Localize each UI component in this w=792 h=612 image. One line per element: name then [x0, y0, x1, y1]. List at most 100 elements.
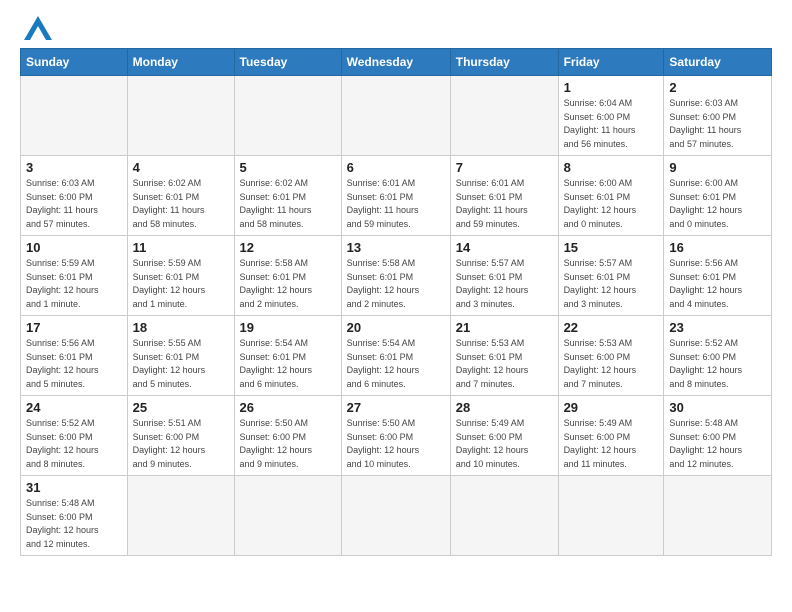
weekday-header-wednesday: Wednesday — [341, 49, 450, 76]
day-info: Sunrise: 5:54 AM Sunset: 6:01 PM Dayligh… — [240, 337, 336, 391]
calendar-cell: 9Sunrise: 6:00 AM Sunset: 6:01 PM Daylig… — [664, 156, 772, 236]
day-info: Sunrise: 6:00 AM Sunset: 6:01 PM Dayligh… — [669, 177, 766, 231]
day-number: 14 — [456, 240, 553, 255]
day-number: 28 — [456, 400, 553, 415]
day-number: 19 — [240, 320, 336, 335]
day-number: 6 — [347, 160, 445, 175]
day-info: Sunrise: 5:57 AM Sunset: 6:01 PM Dayligh… — [456, 257, 553, 311]
day-number: 2 — [669, 80, 766, 95]
calendar-cell: 29 Sunrise: 5:49 AM Sunset: 6:00 PM Dayli… — [558, 396, 664, 476]
day-number: 11 — [133, 240, 229, 255]
calendar-cell — [234, 76, 341, 156]
calendar-cell: 15Sunrise: 5:57 AM Sunset: 6:01 PM Dayli… — [558, 236, 664, 316]
day-info: Sunrise: 6:02 AM Sunset: 6:01 PM Dayligh… — [133, 177, 229, 231]
day-info: Sunrise: 5:55 AM Sunset: 6:01 PM Dayligh… — [133, 337, 229, 391]
day-info: Sunrise: 6:01 AM Sunset: 6:01 PM Dayligh… — [347, 177, 445, 231]
calendar-cell: 10 Sunrise: 5:59 AM Sunset: 6:01 PM Dayli… — [21, 236, 128, 316]
calendar-cell: 14 Sunrise: 5:57 AM Sunset: 6:01 PM Dayli… — [450, 236, 558, 316]
calendar-week-row: 3 Sunrise: 6:03 AM Sunset: 6:00 PM Daylig… — [21, 156, 772, 236]
day-info: Sunrise: 5:56 AM Sunset: 6:01 PM Dayligh… — [669, 257, 766, 311]
calendar-cell — [341, 476, 450, 556]
day-number: 5 — [240, 160, 336, 175]
day-number: 22 — [564, 320, 659, 335]
day-number: 25 — [133, 400, 229, 415]
day-info: Sunrise: 5:50 AM Sunset: 6:00 PM Dayligh… — [347, 417, 445, 471]
day-number: 12 — [240, 240, 336, 255]
calendar-cell: 2 Sunrise: 6:03 AM Sunset: 6:00 PM Daylig… — [664, 76, 772, 156]
day-number: 23 — [669, 320, 766, 335]
weekday-header-saturday: Saturday — [664, 49, 772, 76]
day-info: Sunrise: 5:57 AM Sunset: 6:01 PM Dayligh… — [564, 257, 659, 311]
day-info: Sunrise: 5:59 AM Sunset: 6:01 PM Dayligh… — [133, 257, 229, 311]
day-info: Sunrise: 5:50 AM Sunset: 6:00 PM Dayligh… — [240, 417, 336, 471]
calendar-week-row: 10 Sunrise: 5:59 AM Sunset: 6:01 PM Dayli… — [21, 236, 772, 316]
calendar-cell: 13Sunrise: 5:58 AM Sunset: 6:01 PM Dayli… — [341, 236, 450, 316]
day-number: 7 — [456, 160, 553, 175]
day-info: Sunrise: 5:53 AM Sunset: 6:01 PM Dayligh… — [456, 337, 553, 391]
day-info: Sunrise: 5:52 AM Sunset: 6:00 PM Dayligh… — [669, 337, 766, 391]
calendar-cell — [127, 476, 234, 556]
day-number: 20 — [347, 320, 445, 335]
calendar-cell: 31 Sunrise: 5:48 AM Sunset: 6:00 PM Dayli… — [21, 476, 128, 556]
day-info: Sunrise: 5:49 AM Sunset: 6:00 PM Dayligh… — [564, 417, 659, 471]
calendar-table: SundayMondayTuesdayWednesdayThursdayFrid… — [20, 48, 772, 556]
calendar-cell: 27 Sunrise: 5:50 AM Sunset: 6:00 PM Dayli… — [341, 396, 450, 476]
day-info: Sunrise: 5:51 AM Sunset: 6:00 PM Dayligh… — [133, 417, 229, 471]
calendar-cell: 11 Sunrise: 5:59 AM Sunset: 6:01 PM Dayli… — [127, 236, 234, 316]
calendar-cell — [234, 476, 341, 556]
day-info: Sunrise: 6:02 AM Sunset: 6:01 PM Dayligh… — [240, 177, 336, 231]
weekday-header-monday: Monday — [127, 49, 234, 76]
day-number: 3 — [26, 160, 122, 175]
day-info: Sunrise: 5:58 AM Sunset: 6:01 PM Dayligh… — [347, 257, 445, 311]
calendar-week-row: 31 Sunrise: 5:48 AM Sunset: 6:00 PM Dayli… — [21, 476, 772, 556]
day-number: 27 — [347, 400, 445, 415]
weekday-header-thursday: Thursday — [450, 49, 558, 76]
day-number: 30 — [669, 400, 766, 415]
calendar-cell: 3 Sunrise: 6:03 AM Sunset: 6:00 PM Daylig… — [21, 156, 128, 236]
day-number: 26 — [240, 400, 336, 415]
calendar-cell — [127, 76, 234, 156]
calendar-cell: 12 Sunrise: 5:58 AM Sunset: 6:01 PM Dayli… — [234, 236, 341, 316]
calendar-cell — [341, 76, 450, 156]
page-container: SundayMondayTuesdayWednesdayThursdayFrid… — [20, 16, 772, 556]
day-info: Sunrise: 5:49 AM Sunset: 6:00 PM Dayligh… — [456, 417, 553, 471]
calendar-cell: 4 Sunrise: 6:02 AM Sunset: 6:01 PM Daylig… — [127, 156, 234, 236]
day-info: Sunrise: 6:03 AM Sunset: 6:00 PM Dayligh… — [669, 97, 766, 151]
calendar-cell: 23 Sunrise: 5:52 AM Sunset: 6:00 PM Dayli… — [664, 316, 772, 396]
calendar-cell: 5 Sunrise: 6:02 AM Sunset: 6:01 PM Daylig… — [234, 156, 341, 236]
day-info: Sunrise: 6:03 AM Sunset: 6:00 PM Dayligh… — [26, 177, 122, 231]
day-info: Sunrise: 5:59 AM Sunset: 6:01 PM Dayligh… — [26, 257, 122, 311]
day-info: Sunrise: 6:00 AM Sunset: 6:01 PM Dayligh… — [564, 177, 659, 231]
calendar-cell: 26 Sunrise: 5:50 AM Sunset: 6:00 PM Dayli… — [234, 396, 341, 476]
day-info: Sunrise: 5:48 AM Sunset: 6:00 PM Dayligh… — [669, 417, 766, 471]
day-number: 18 — [133, 320, 229, 335]
calendar-cell: 25 Sunrise: 5:51 AM Sunset: 6:00 PM Dayli… — [127, 396, 234, 476]
day-number: 10 — [26, 240, 122, 255]
day-info: Sunrise: 5:48 AM Sunset: 6:00 PM Dayligh… — [26, 497, 122, 551]
calendar-cell — [450, 476, 558, 556]
calendar-cell: 6 Sunrise: 6:01 AM Sunset: 6:01 PM Daylig… — [341, 156, 450, 236]
day-number: 21 — [456, 320, 553, 335]
day-info: Sunrise: 5:54 AM Sunset: 6:01 PM Dayligh… — [347, 337, 445, 391]
day-number: 17 — [26, 320, 122, 335]
calendar-cell: 17 Sunrise: 5:56 AM Sunset: 6:01 PM Dayli… — [21, 316, 128, 396]
day-info: Sunrise: 6:01 AM Sunset: 6:01 PM Dayligh… — [456, 177, 553, 231]
calendar-week-row: 1Sunrise: 6:04 AM Sunset: 6:00 PM Daylig… — [21, 76, 772, 156]
day-info: Sunrise: 5:56 AM Sunset: 6:01 PM Dayligh… — [26, 337, 122, 391]
calendar-cell: 1Sunrise: 6:04 AM Sunset: 6:00 PM Daylig… — [558, 76, 664, 156]
weekday-header-tuesday: Tuesday — [234, 49, 341, 76]
day-number: 24 — [26, 400, 122, 415]
calendar-cell: 21 Sunrise: 5:53 AM Sunset: 6:01 PM Dayli… — [450, 316, 558, 396]
calendar-cell: 30 Sunrise: 5:48 AM Sunset: 6:00 PM Dayli… — [664, 396, 772, 476]
day-number: 29 — [564, 400, 659, 415]
day-number: 16 — [669, 240, 766, 255]
day-number: 4 — [133, 160, 229, 175]
calendar-cell — [450, 76, 558, 156]
header — [20, 16, 772, 40]
calendar-cell — [664, 476, 772, 556]
calendar-week-row: 24Sunrise: 5:52 AM Sunset: 6:00 PM Dayli… — [21, 396, 772, 476]
day-number: 1 — [564, 80, 659, 95]
day-info: Sunrise: 5:58 AM Sunset: 6:01 PM Dayligh… — [240, 257, 336, 311]
logo-area — [20, 16, 52, 40]
day-number: 31 — [26, 480, 122, 495]
